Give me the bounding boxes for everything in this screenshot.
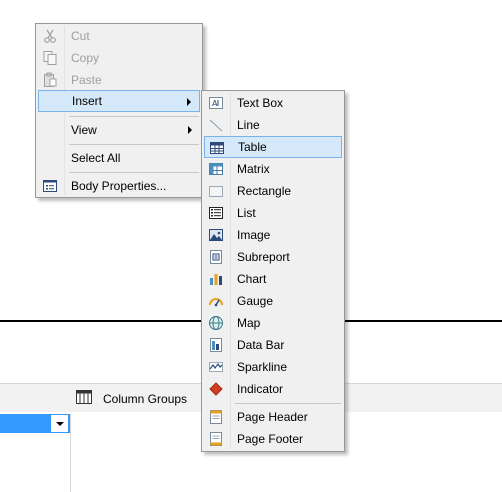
cut-icon (44, 29, 56, 43)
insert-item-indicator[interactable]: Indicator (204, 378, 342, 400)
menu-item-label: List (237, 206, 256, 220)
line-icon (209, 119, 223, 132)
menu-item-copy[interactable]: Copy (38, 47, 200, 69)
sparkline-icon (209, 362, 223, 372)
page-header-icon (210, 410, 222, 424)
row-groups-dropdown-button[interactable] (50, 414, 69, 433)
menu-item-label: Map (237, 316, 261, 330)
chart-icon (210, 274, 222, 285)
subreport-icon (210, 250, 222, 264)
menu-separator (69, 144, 199, 145)
svg-text:A: A (212, 99, 218, 108)
data-bar-icon (210, 338, 222, 352)
insert-item-rectangle[interactable]: Rectangle (204, 180, 342, 202)
menu-item-select-all[interactable]: Select All (38, 147, 200, 169)
table-icon (210, 142, 224, 154)
gauge-icon (209, 298, 223, 307)
insert-submenu: A Text Box Line Table Matrix Rectangle L… (201, 90, 345, 452)
insert-item-matrix[interactable]: Matrix (204, 158, 342, 180)
menu-item-paste[interactable]: Paste (38, 69, 200, 91)
rectangle-icon (209, 186, 223, 197)
insert-item-chart[interactable]: Chart (204, 268, 342, 290)
context-menu: Cut Copy Paste Insert View Select All Bo… (35, 23, 203, 198)
insert-item-gauge[interactable]: Gauge (204, 290, 342, 312)
image-icon (209, 229, 223, 241)
insert-item-line[interactable]: Line (204, 114, 342, 136)
insert-item-subreport[interactable]: Subreport (204, 246, 342, 268)
menu-item-body-properties[interactable]: Body Properties... (38, 175, 200, 197)
menu-item-label: Select All (71, 151, 121, 165)
menu-item-insert[interactable]: Insert (38, 90, 200, 112)
menu-item-view[interactable]: View (38, 119, 200, 141)
menu-separator (235, 403, 341, 404)
menu-item-label: Matrix (237, 162, 270, 176)
menu-item-label: Text Box (237, 96, 284, 110)
insert-item-page-header[interactable]: Page Header (204, 406, 342, 428)
menu-item-label: Table (238, 140, 267, 154)
map-icon (209, 316, 223, 330)
menu-item-label: Indicator (237, 382, 284, 396)
insert-item-list[interactable]: List (204, 202, 342, 224)
menu-item-label: Line (237, 118, 260, 132)
insert-item-table[interactable]: Table (204, 136, 342, 158)
properties-icon (43, 180, 57, 192)
insert-item-data-bar[interactable]: Data Bar (204, 334, 342, 356)
insert-item-map[interactable]: Map (204, 312, 342, 334)
menu-item-label: Copy (71, 51, 100, 65)
menu-item-label: Data Bar (237, 338, 285, 352)
menu-item-cut[interactable]: Cut (38, 25, 200, 47)
menu-item-label: Paste (71, 73, 102, 87)
menu-item-label: Subreport (237, 250, 290, 264)
list-icon (209, 207, 223, 219)
menu-item-label: Gauge (237, 294, 274, 308)
copy-icon (43, 51, 57, 65)
menu-item-label: View (71, 123, 97, 137)
paste-icon (44, 72, 57, 87)
menu-item-label: Cut (71, 29, 90, 43)
menu-item-label: Page Header (237, 410, 308, 424)
menu-item-label: Insert (72, 94, 103, 108)
indicator-icon (209, 382, 223, 396)
menu-item-label: Image (237, 228, 271, 242)
menu-item-label: Rectangle (237, 184, 292, 198)
matrix-icon (209, 163, 223, 175)
page-footer-icon (210, 432, 222, 446)
menu-item-label: Chart (237, 272, 267, 286)
menu-separator (69, 116, 199, 117)
text-box-icon: A (209, 97, 223, 109)
menu-item-label: Sparkline (237, 360, 288, 374)
submenu-arrow-icon (187, 98, 191, 106)
menu-separator (69, 172, 199, 173)
column-groups-icon (76, 390, 92, 404)
grouping-pane-divider (70, 414, 71, 492)
insert-item-text-box[interactable]: A Text Box (204, 92, 342, 114)
insert-item-sparkline[interactable]: Sparkline (204, 356, 342, 378)
insert-item-image[interactable]: Image (204, 224, 342, 246)
submenu-arrow-icon (188, 126, 192, 134)
column-groups-label: Column Groups (103, 392, 188, 406)
menu-item-label: Page Footer (237, 432, 304, 446)
menu-item-label: Body Properties... (71, 179, 167, 193)
insert-item-page-footer[interactable]: Page Footer (204, 428, 342, 450)
